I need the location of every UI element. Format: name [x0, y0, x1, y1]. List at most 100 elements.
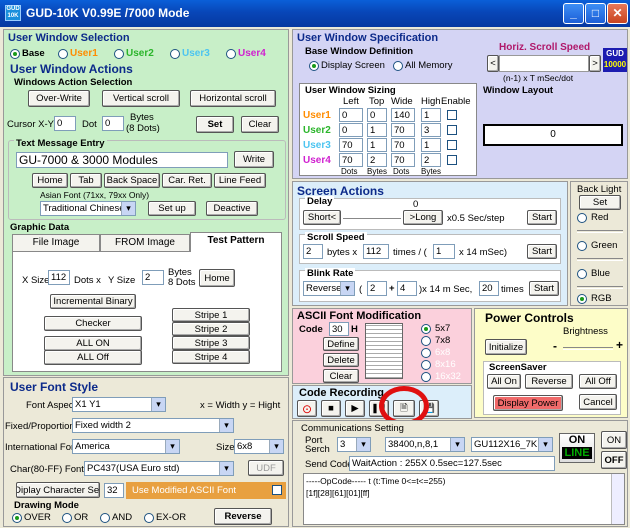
- mode-over-radio[interactable]: [12, 513, 22, 523]
- gd-home-button[interactable]: Home: [199, 269, 235, 287]
- stripe1-button[interactable]: Stripe 1: [172, 308, 250, 322]
- hscroll-left-arrow[interactable]: <: [487, 55, 499, 72]
- write-button[interactable]: Write: [234, 151, 274, 168]
- port-select[interactable]: 3: [337, 437, 371, 452]
- tab-from-image[interactable]: FROM Image: [100, 234, 190, 252]
- green-slider[interactable]: [577, 258, 623, 261]
- initialize-button[interactable]: Initialize: [485, 339, 527, 355]
- wait-action-field[interactable]: WaitAction : 255X 0.5sec=127.5sec: [349, 456, 555, 471]
- red-radio[interactable]: [577, 213, 587, 223]
- cursor-set-button[interactable]: Set: [196, 116, 234, 133]
- stripe2-button[interactable]: Stripe 2: [172, 322, 250, 336]
- tab-test-pattern[interactable]: Test Pattern: [190, 232, 282, 252]
- size-select[interactable]: 6x8: [234, 439, 284, 454]
- user3-enable[interactable]: [447, 140, 457, 150]
- font-dot-grid[interactable]: [365, 323, 403, 379]
- asian-font-select[interactable]: Traditional Chinese: [40, 201, 136, 216]
- user4-wide[interactable]: 70: [391, 153, 415, 167]
- user1-enable[interactable]: [447, 110, 457, 120]
- size-16x32-radio[interactable]: [421, 372, 431, 382]
- checker-button[interactable]: Checker: [44, 316, 142, 331]
- on-button[interactable]: ON: [601, 431, 627, 449]
- red-slider[interactable]: [577, 230, 623, 233]
- log-scrollbar[interactable]: [611, 474, 624, 524]
- rgb-radio[interactable]: [577, 294, 587, 304]
- model-select[interactable]: GU112X16_7K: [471, 437, 553, 452]
- user2-radio[interactable]: [114, 49, 124, 59]
- user4-left[interactable]: 70: [339, 153, 363, 167]
- display-charset-button[interactable]: Diplay Character Set: [16, 482, 100, 498]
- intl-font-select[interactable]: America: [72, 439, 180, 454]
- user1-left[interactable]: 0: [339, 108, 363, 122]
- backlight-set-button[interactable]: Set: [579, 195, 621, 210]
- hscroll-track[interactable]: [499, 55, 589, 72]
- stop-button[interactable]: ■: [321, 400, 341, 417]
- udf-button[interactable]: UDF: [248, 460, 284, 476]
- char-font-select[interactable]: PC437(USA Euro std): [84, 461, 234, 476]
- delay-short-button[interactable]: Short<: [303, 210, 341, 225]
- size-6x8-radio[interactable]: [421, 348, 431, 358]
- base-radio[interactable]: [10, 49, 20, 59]
- overwrite-button[interactable]: Over-Write: [28, 90, 90, 107]
- user1-high[interactable]: 1: [421, 108, 441, 122]
- all-on-button[interactable]: ALL ON: [44, 336, 142, 351]
- ss-reverse-button[interactable]: Reverse: [525, 374, 573, 389]
- backspace-button[interactable]: Back Space: [104, 173, 160, 188]
- maximize-button[interactable]: □: [585, 3, 606, 24]
- blue-radio[interactable]: [577, 269, 587, 279]
- delay-slider[interactable]: [343, 218, 401, 221]
- reverse-mode-button[interactable]: Reverse: [214, 508, 272, 525]
- afm-clear-button[interactable]: Clear: [323, 369, 359, 383]
- scroll-times-input[interactable]: 112: [363, 244, 389, 259]
- user1-wide[interactable]: 140: [391, 108, 415, 122]
- blink-a-input[interactable]: 2: [367, 281, 387, 296]
- carriage-return-button[interactable]: Car. Ret.: [162, 173, 212, 188]
- horizontal-scroll-button[interactable]: Horizontal scroll: [190, 90, 276, 107]
- display-charset-input[interactable]: 32: [104, 483, 124, 498]
- scroll-start-button[interactable]: Start: [527, 244, 557, 259]
- user4-enable[interactable]: [447, 155, 457, 165]
- ss-all-on-button[interactable]: All On: [487, 374, 521, 389]
- user2-wide[interactable]: 70: [391, 123, 415, 137]
- online-indicator[interactable]: ON LINE: [559, 433, 595, 463]
- home-button[interactable]: Home: [32, 173, 68, 188]
- asian-deactive-button[interactable]: Deactive: [206, 201, 258, 216]
- off-button[interactable]: OFF: [601, 451, 627, 469]
- minimize-button[interactable]: _: [563, 3, 584, 24]
- ss-all-off-button[interactable]: All Off: [579, 374, 617, 389]
- blink-start-button[interactable]: Start: [529, 281, 559, 296]
- user2-high[interactable]: 3: [421, 123, 441, 137]
- xsize-input[interactable]: 112: [48, 270, 70, 285]
- brightness-slider[interactable]: [563, 347, 613, 350]
- size-5x7-radio[interactable]: [421, 324, 431, 334]
- baud-select[interactable]: 38400,n,8,1: [385, 437, 465, 452]
- blink-times-input[interactable]: 20: [479, 281, 499, 296]
- hscroll-right-arrow[interactable]: >: [589, 55, 601, 72]
- incremental-binary-button[interactable]: Incremental Binary: [50, 294, 136, 309]
- display-screen-radio[interactable]: [309, 61, 319, 71]
- mode-and-radio[interactable]: [100, 513, 110, 523]
- fp-select[interactable]: Fixed width 2: [72, 418, 234, 433]
- afm-define-button[interactable]: Define: [323, 337, 359, 351]
- ysize-input[interactable]: 2: [142, 270, 164, 285]
- user3-left[interactable]: 70: [339, 138, 363, 152]
- tab-button[interactable]: Tab: [70, 173, 102, 188]
- tab-file-image[interactable]: File Image: [12, 234, 100, 252]
- user3-wide[interactable]: 70: [391, 138, 415, 152]
- blink-mode-select[interactable]: Reverse: [303, 281, 355, 296]
- size-7x8-radio[interactable]: [421, 336, 431, 346]
- blue-slider[interactable]: [577, 286, 623, 289]
- afm-delete-button[interactable]: Delete: [323, 353, 359, 367]
- ss-cancel-button[interactable]: Cancel: [579, 394, 617, 410]
- record-button[interactable]: ⊙: [297, 400, 317, 417]
- mode-exor-radio[interactable]: [144, 513, 154, 523]
- play-button[interactable]: ▶: [345, 400, 365, 417]
- stripe3-button[interactable]: Stripe 3: [172, 336, 250, 350]
- vertical-scroll-button[interactable]: Vertical scroll: [102, 90, 180, 107]
- user2-left[interactable]: 0: [339, 123, 363, 137]
- delay-start-button[interactable]: Start: [527, 210, 557, 225]
- cursor-x-input[interactable]: 0: [54, 116, 76, 131]
- afm-code-input[interactable]: 30: [329, 322, 349, 336]
- line-feed-button[interactable]: Line Feed: [214, 173, 266, 188]
- user4-high[interactable]: 2: [421, 153, 441, 167]
